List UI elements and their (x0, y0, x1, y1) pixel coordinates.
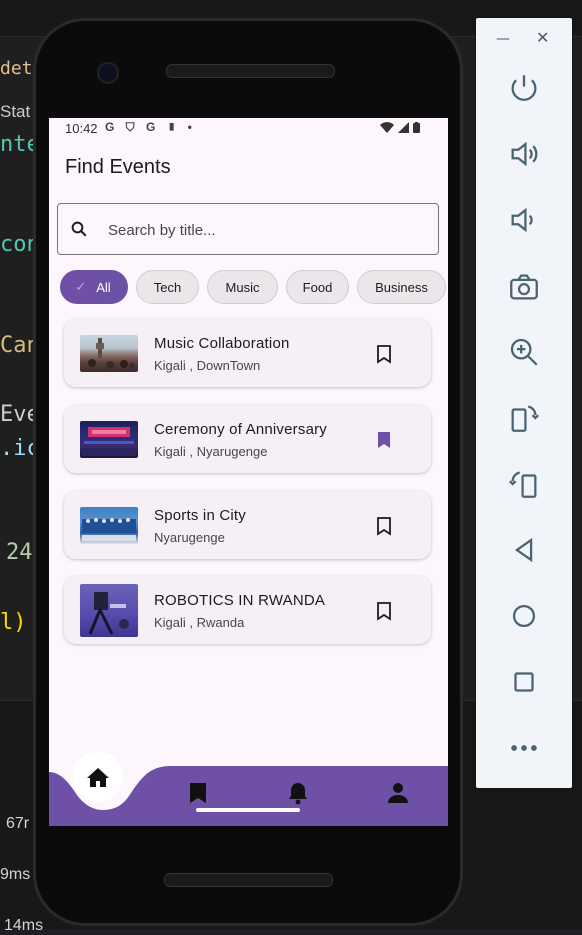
person-icon (388, 783, 408, 803)
terminal-fragment: 67r (6, 815, 30, 832)
bookmark-icon[interactable] (375, 516, 393, 536)
event-title: Sports in City (154, 507, 246, 524)
bookmark-icon[interactable] (375, 601, 393, 621)
overview-button[interactable] (500, 658, 548, 706)
bottom-navigation (49, 752, 448, 826)
zoom-button[interactable] (500, 328, 548, 376)
back-button[interactable] (500, 526, 548, 574)
bottom-speaker (164, 873, 333, 887)
nav-notifications[interactable] (278, 773, 318, 813)
editor-fragment: det (0, 58, 33, 79)
event-card[interactable]: Music Collaboration Kigali , DownTown (64, 319, 431, 387)
screenshot-button[interactable] (500, 263, 548, 311)
rotate-right-button[interactable] (500, 460, 548, 508)
check-icon: ✓ (75, 279, 87, 294)
power-icon (511, 75, 537, 101)
volume-down-button[interactable] (500, 196, 548, 244)
event-title: Ceremony of Anniversary (154, 421, 328, 438)
nav-profile[interactable] (378, 773, 418, 813)
emulator-toolbar: — ✕ (476, 18, 572, 788)
event-thumbnail (80, 421, 138, 458)
power-button[interactable] (500, 64, 548, 112)
chip-label: Food (302, 279, 333, 295)
bookmark-filled-icon[interactable] (375, 430, 393, 450)
editor-fragment: l) (0, 610, 27, 635)
event-location: Kigali , Rwanda (154, 615, 245, 630)
volume-down-icon (511, 207, 533, 233)
terminal-fragment: 9ms (0, 866, 31, 883)
status-bar: 10:42 G ⛉ G ▮ • (49, 118, 448, 140)
notification-icons: G ⛉ G ▮ • (105, 120, 196, 134)
camera-icon (510, 274, 538, 300)
event-thumbnail (80, 335, 138, 372)
chip-all[interactable]: ✓ All (60, 270, 128, 304)
signal-icon (398, 122, 409, 133)
bell-icon (289, 783, 307, 805)
category-chips: ✓ All Tech Music Food Business (60, 270, 446, 306)
volume-up-icon (511, 141, 538, 167)
home-button[interactable] (500, 592, 548, 640)
terminal-fragment: 14ms (4, 917, 44, 934)
event-card[interactable]: ROBOTICS IN RWANDA Kigali , Rwanda (64, 576, 431, 644)
event-card[interactable]: Sports in City Nyarugenge (64, 491, 431, 559)
status-right-icons (380, 122, 420, 133)
chip-business[interactable]: Business (357, 270, 446, 304)
close-button[interactable]: ✕ (536, 28, 549, 47)
event-thumbnail (80, 584, 138, 637)
more-icon (511, 745, 537, 751)
chip-tech[interactable]: Tech (136, 270, 199, 304)
status-time: 10:42 (65, 121, 98, 136)
emulator-window-controls: — ✕ (476, 28, 572, 58)
nav-home[interactable] (78, 757, 118, 797)
wifi-icon (380, 122, 394, 133)
home-icon (87, 768, 109, 787)
chip-music[interactable]: Music (207, 270, 278, 304)
editor-fragment: Stat (0, 102, 31, 121)
event-location: Kigali , Nyarugenge (154, 444, 268, 459)
chip-label: Tech (153, 279, 182, 295)
minimize-button[interactable]: — (496, 31, 510, 47)
nav-bookmarks[interactable] (178, 773, 218, 813)
gesture-bar (196, 808, 300, 812)
overview-icon (514, 672, 534, 692)
chip-label: Music (225, 279, 260, 295)
chip-label: All (96, 279, 111, 295)
event-location: Kigali , DownTown (154, 358, 261, 373)
rotate-left-icon (511, 405, 539, 432)
event-title: ROBOTICS IN RWANDA (154, 592, 326, 609)
search-field[interactable] (57, 203, 439, 255)
editor-fragment: 24 (6, 540, 33, 565)
search-input[interactable] (106, 216, 420, 244)
volume-up-button[interactable] (500, 130, 548, 178)
rotate-left-button[interactable] (500, 394, 548, 442)
event-title: Music Collaboration (154, 335, 290, 352)
bookmark-icon (190, 783, 206, 803)
event-location: Nyarugenge (154, 530, 225, 545)
home-icon (512, 604, 536, 628)
bookmark-icon[interactable] (375, 344, 393, 364)
event-card[interactable]: Ceremony of Anniversary Kigali , Nyaruge… (64, 405, 431, 473)
more-button[interactable] (500, 724, 548, 772)
search-icon (71, 221, 87, 237)
battery-icon (413, 122, 420, 133)
back-icon (514, 537, 533, 563)
chip-food[interactable]: Food (286, 270, 349, 304)
app-screen: 10:42 G ⛉ G ▮ • Find Events ✓ All Tech M… (49, 118, 448, 826)
page-title: Find Events (65, 156, 171, 178)
chip-label: Business (375, 279, 428, 295)
front-camera (97, 62, 119, 84)
rotate-right-icon (509, 471, 537, 498)
event-thumbnail (80, 507, 138, 544)
top-speaker (166, 64, 335, 78)
zoom-icon (510, 338, 538, 366)
